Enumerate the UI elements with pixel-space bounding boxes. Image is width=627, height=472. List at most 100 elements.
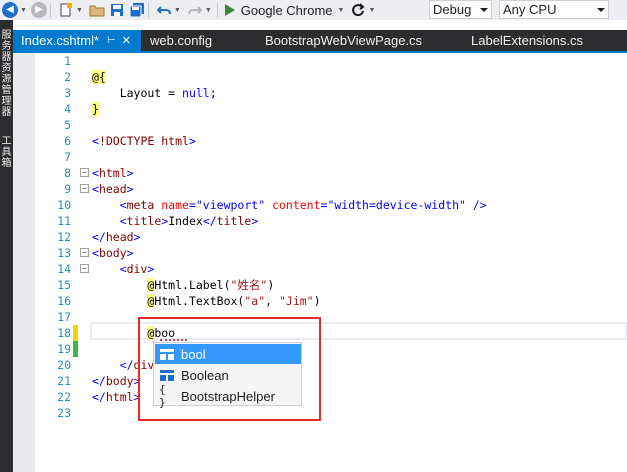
line-number: 14: [57, 262, 71, 276]
refresh-dropdown-icon[interactable]: ▼: [368, 7, 375, 14]
configuration-value: Debug: [433, 2, 472, 17]
code-token: >: [126, 166, 134, 180]
tab-bootstrap-webviewpage[interactable]: BootstrapWebViewPage.cs: [265, 30, 422, 51]
code-line[interactable]: 10 <meta name="viewport" content="width=…: [13, 197, 627, 213]
code-token: name: [154, 198, 189, 212]
tab-label: Index.cshtml*: [21, 33, 100, 48]
code-token: ,: [265, 294, 279, 308]
code-token: @{: [92, 70, 106, 84]
code-line[interactable]: 13− <body>: [13, 245, 627, 261]
code-token: </: [92, 358, 134, 372]
pin-icon[interactable]: ⊢: [107, 35, 116, 46]
new-dropdown-icon[interactable]: ▼: [76, 7, 83, 14]
code-token: html: [98, 166, 127, 180]
code-token: <: [92, 182, 99, 196]
code-text: Layout = null;: [92, 85, 217, 101]
code-token: title: [216, 214, 252, 228]
navigate-back-button[interactable]: ◀: [0, 1, 18, 19]
line-number: 23: [57, 406, 71, 420]
tab-index-cshtml[interactable]: Index.cshtml* ⊢ ✕: [13, 30, 141, 51]
run-button[interactable]: Google Chrome: [224, 3, 333, 18]
toolbar-separator: [216, 2, 218, 18]
code-token: "a": [244, 294, 266, 308]
code-line[interactable]: 9− <head>: [13, 181, 627, 197]
fold-toggle-icon[interactable]: −: [80, 184, 89, 193]
run-target-dropdown-icon[interactable]: ▼: [338, 7, 345, 14]
refresh-browser-button[interactable]: [350, 2, 366, 18]
platform-value: Any CPU: [503, 2, 557, 17]
platform-select[interactable]: Any CPU: [499, 0, 609, 19]
refresh-icon: [352, 3, 366, 17]
toolbox-tab[interactable]: 工具箱: [1, 136, 12, 169]
code-line[interactable]: 8− <html>: [13, 165, 627, 181]
server-explorer-tab[interactable]: 服务器资源管理器: [1, 30, 12, 118]
code-line[interactable]: 5: [13, 117, 627, 133]
code-line[interactable]: 1: [13, 53, 627, 69]
toolbar-separator: [49, 2, 51, 18]
save-button[interactable]: [109, 2, 125, 18]
code-token: ;: [209, 86, 217, 100]
line-number: 10: [57, 198, 71, 212]
code-token: null: [182, 86, 210, 100]
code-line[interactable]: 3 Layout = null;: [13, 85, 627, 101]
play-icon: [224, 4, 235, 16]
tab-label: web.config: [150, 33, 213, 48]
code-token: <: [92, 198, 127, 212]
tab-label: BootstrapWebViewPage.cs: [265, 33, 423, 48]
tab-label: LabelExtensions.cs: [471, 33, 584, 48]
code-token: />: [465, 198, 487, 212]
fold-toggle-icon[interactable]: −: [80, 168, 89, 177]
code-token: >: [126, 246, 134, 260]
open-file-button[interactable]: [89, 2, 105, 18]
code-token: <: [92, 262, 127, 276]
save-all-button[interactable]: [129, 2, 145, 18]
line-number: 7: [64, 150, 71, 164]
code-token: "Jim": [278, 294, 314, 308]
code-line[interactable]: 16 @Html.TextBox("a", "Jim"): [13, 293, 627, 309]
document-tab-bar: Index.cshtml* ⊢ ✕ web.config BootstrapWe…: [13, 30, 627, 51]
tab-web-config[interactable]: web.config: [150, 30, 212, 51]
code-token: "姓名": [230, 278, 268, 292]
code-line[interactable]: 2 @{: [13, 69, 627, 85]
code-token: </: [92, 390, 106, 404]
code-line[interactable]: 4}: [13, 101, 627, 117]
redo-dropdown-icon[interactable]: ▼: [205, 7, 212, 14]
back-dropdown-icon[interactable]: ▼: [20, 7, 27, 14]
code-line[interactable]: 14− <div>: [13, 261, 627, 277]
code-token: !DOCTYPE html: [98, 134, 189, 148]
line-number: 4: [64, 102, 71, 116]
code-token: </: [92, 374, 106, 388]
fold-toggle-icon[interactable]: −: [80, 264, 89, 273]
code-text: }: [92, 101, 99, 117]
navigate-forward-button[interactable]: ▶: [29, 1, 47, 19]
code-token: title: [126, 214, 162, 228]
code-line[interactable]: 6 <!DOCTYPE html>: [13, 133, 627, 149]
code-line[interactable]: 15 @Html.Label("姓名"): [13, 277, 627, 293]
code-line[interactable]: 12 </head>: [13, 229, 627, 245]
code-text: <html>: [92, 165, 134, 181]
code-line[interactable]: 7: [13, 149, 627, 165]
code-text: </html>: [92, 389, 141, 405]
line-number: 12: [57, 230, 71, 244]
configuration-select[interactable]: Debug: [429, 0, 492, 19]
change-marker: [73, 341, 78, 357]
undo-dropdown-icon[interactable]: ▼: [174, 7, 181, 14]
code-token: Index: [168, 214, 203, 228]
undo-button[interactable]: [156, 2, 172, 18]
fold-toggle-icon[interactable]: −: [80, 248, 89, 257]
close-icon[interactable]: ✕: [122, 34, 131, 47]
redo-button[interactable]: [187, 2, 203, 18]
line-number: 13: [57, 246, 71, 260]
highlight-annotation-box: [138, 317, 321, 421]
code-line[interactable]: 11 <title>Index</title>: [13, 213, 627, 229]
code-text: <!DOCTYPE html>: [92, 133, 196, 149]
toolbar-separator: [147, 2, 149, 18]
code-token: <: [92, 166, 99, 180]
code-token: </: [202, 214, 217, 228]
code-token: ="viewport": [188, 198, 266, 212]
new-project-button[interactable]: [58, 2, 74, 18]
tab-label-extensions[interactable]: LabelExtensions.cs: [471, 30, 583, 51]
line-number: 17: [57, 310, 71, 324]
line-number: 16: [57, 294, 71, 308]
